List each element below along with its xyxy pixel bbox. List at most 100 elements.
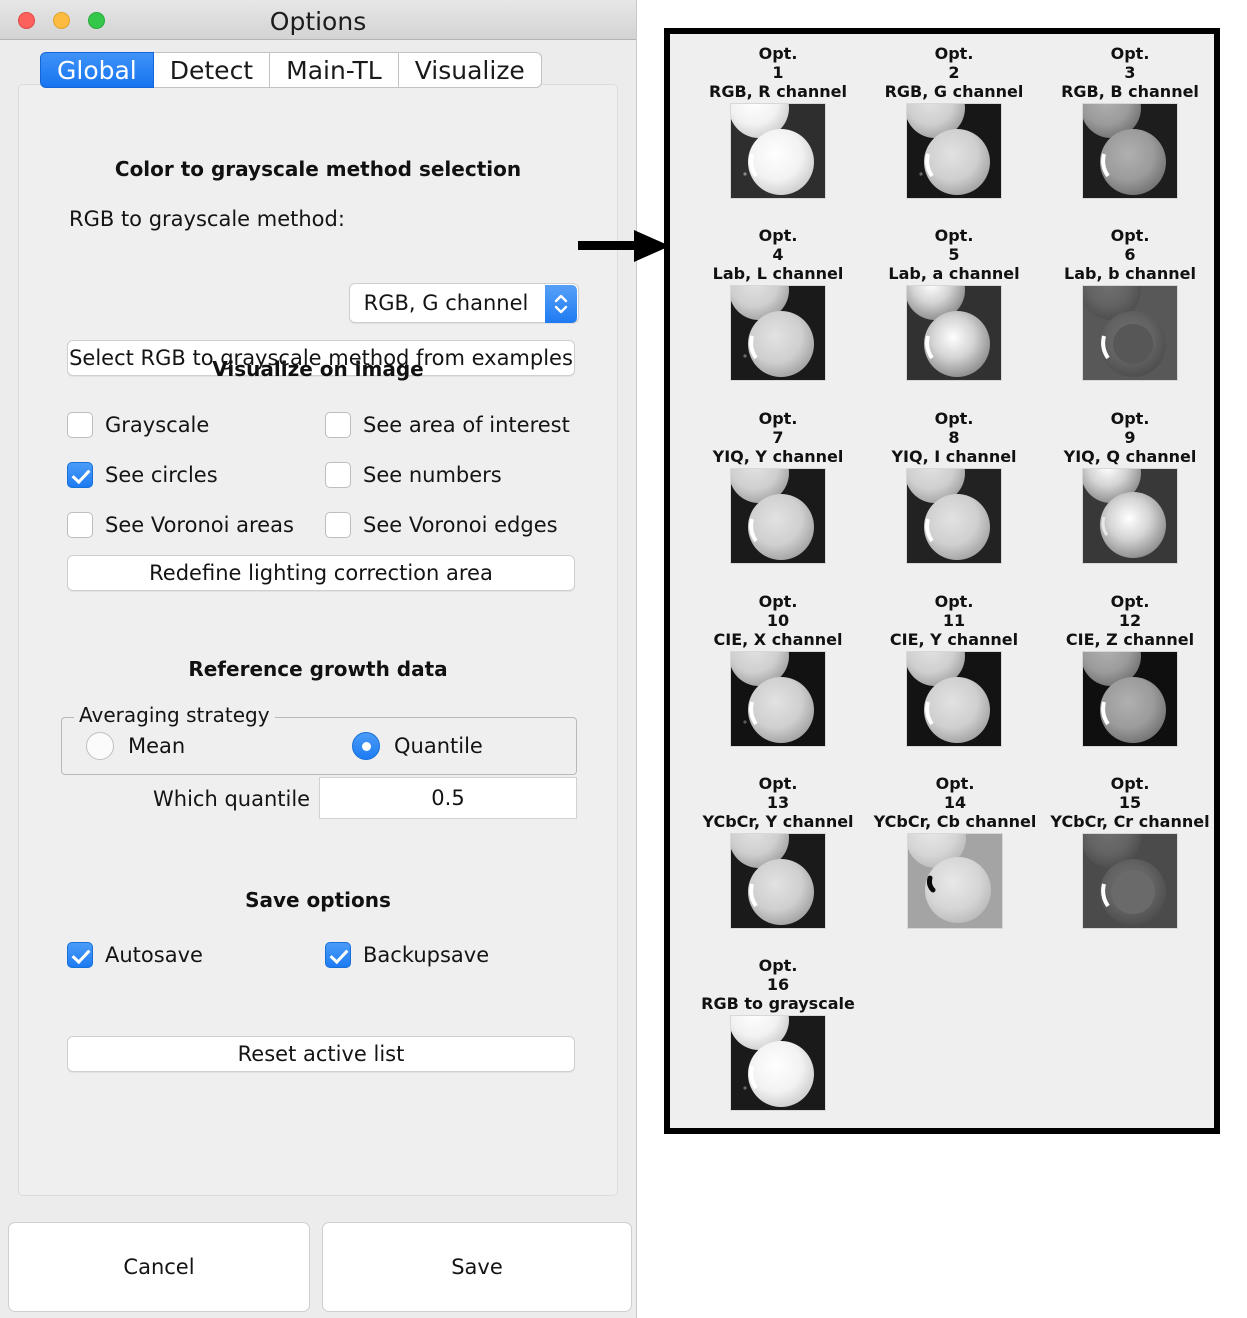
example-caption-number: 4 <box>772 245 784 264</box>
example-thumbnail-7[interactable] <box>730 468 826 564</box>
checkbox-autosave[interactable]: Autosave <box>67 942 203 968</box>
example-cell-1[interactable]: Opt. 1 RGB, R channel <box>702 44 854 199</box>
example-thumbnail-15[interactable] <box>1082 833 1178 929</box>
checkbox-box[interactable] <box>325 512 351 538</box>
example-caption-name: YCbCr, Y channel <box>702 812 854 831</box>
radio-mean[interactable]: Mean <box>86 732 185 760</box>
reset-active-list-button[interactable]: Reset active list <box>67 1036 575 1072</box>
checkbox-label: Grayscale <box>105 413 210 437</box>
example-caption-prefix: Opt. <box>935 774 975 793</box>
checkbox-box[interactable] <box>67 412 93 438</box>
example-caption-prefix: Opt. <box>758 44 798 63</box>
example-caption-number: 8 <box>948 428 960 447</box>
example-thumbnail-13[interactable] <box>730 833 826 929</box>
example-cell-9[interactable]: Opt. 9 YIQ, Q channel <box>1054 409 1206 564</box>
checkbox-grayscale[interactable]: Grayscale <box>67 412 209 438</box>
checkbox-box[interactable] <box>325 942 351 968</box>
example-caption-prefix: Opt. <box>934 226 974 245</box>
example-thumbnail-11[interactable] <box>906 651 1002 747</box>
example-thumbnail-2[interactable] <box>906 103 1002 199</box>
example-caption-prefix: Opt. <box>934 592 974 611</box>
example-caption-number: 3 <box>1124 63 1136 82</box>
checkbox-see-voronoi-edges[interactable]: See Voronoi edges <box>325 512 558 538</box>
example-thumbnail-16[interactable] <box>730 1015 826 1111</box>
example-cell-5[interactable]: Opt. 5 Lab, a channel <box>878 226 1030 381</box>
chevron-updown-icon[interactable] <box>545 285 577 323</box>
redefine-lighting-correction-button[interactable]: Redefine lighting correction area <box>67 555 575 591</box>
example-cell-16[interactable]: Opt. 16 RGB to grayscale <box>686 956 870 1111</box>
example-caption-number: 6 <box>1124 245 1136 264</box>
radio-circle[interactable] <box>352 732 380 760</box>
screenshot-root: Options Global Detect Main-TL Visualize … <box>0 0 1247 1318</box>
example-cell-4[interactable]: Opt. 4 Lab, L channel <box>702 226 854 381</box>
example-cell-6[interactable]: Opt. 6 Lab, b channel <box>1054 226 1206 381</box>
rgb-method-dropdown[interactable]: RGB, G channel <box>349 283 579 323</box>
example-thumbnail-12[interactable] <box>1082 651 1178 747</box>
right-arrow-connector <box>578 228 670 264</box>
cancel-button[interactable]: Cancel <box>8 1222 310 1312</box>
example-caption-number: 16 <box>766 975 790 994</box>
example-cell-10[interactable]: Opt. 10 CIE, X channel <box>702 592 854 747</box>
example-caption-name: CIE, X channel <box>713 630 843 649</box>
averaging-strategy-groupbox: Averaging strategy Mean Quantile <box>61 703 577 775</box>
example-cell-13[interactable]: Opt. 13 YCbCr, Y channel <box>696 774 860 929</box>
example-cell-7[interactable]: Opt. 7 YIQ, Y channel <box>702 409 854 564</box>
example-thumbnail-4[interactable] <box>730 285 826 381</box>
rgb-method-label: RGB to grayscale method: <box>69 207 345 231</box>
checkbox-see-circles[interactable]: See circles <box>67 462 218 488</box>
checkbox-box[interactable] <box>325 462 351 488</box>
example-thumbnail-6[interactable] <box>1082 285 1178 381</box>
tab-main-tl[interactable]: Main-TL <box>270 52 399 88</box>
example-cell-2[interactable]: Opt. 2 RGB, G channel <box>878 44 1030 199</box>
example-caption-number: 15 <box>1118 793 1142 812</box>
checkbox-box[interactable] <box>67 942 93 968</box>
example-caption-name: RGB, R channel <box>709 82 847 101</box>
example-cell-3[interactable]: Opt. 3 RGB, B channel <box>1054 44 1206 199</box>
example-thumbnail-14[interactable] <box>907 833 1003 929</box>
tab-bar: Global Detect Main-TL Visualize <box>40 52 542 88</box>
tab-visualize[interactable]: Visualize <box>398 52 542 88</box>
example-thumbnail-10[interactable] <box>730 651 826 747</box>
example-thumbnail-3[interactable] <box>1082 103 1178 199</box>
checkbox-box[interactable] <box>67 512 93 538</box>
example-caption-prefix: Opt. <box>934 409 974 428</box>
example-caption-number: 5 <box>948 245 960 264</box>
example-caption-prefix: Opt. <box>758 774 798 793</box>
example-caption-prefix: Opt. <box>758 409 798 428</box>
example-caption-name: YIQ, Q channel <box>1063 447 1197 466</box>
save-button[interactable]: Save <box>322 1222 632 1312</box>
example-cell-14[interactable]: Opt. 14 YCbCr, Cb channel <box>870 774 1040 929</box>
example-cell-15[interactable]: Opt. 15 YCbCr, Cr channel <box>1048 774 1212 929</box>
example-caption-prefix: Opt. <box>1110 592 1150 611</box>
checkbox-see-area-of-interest[interactable]: See area of interest <box>325 412 570 438</box>
example-caption-number: 14 <box>943 793 967 812</box>
tab-detect[interactable]: Detect <box>153 52 271 88</box>
example-caption-number: 2 <box>948 63 960 82</box>
checkbox-backupsave[interactable]: Backupsave <box>325 942 489 968</box>
example-caption-number: 7 <box>772 428 784 447</box>
example-cell-11[interactable]: Opt. 11 CIE, Y channel <box>878 592 1030 747</box>
example-cell-12[interactable]: Opt. 12 CIE, Z channel <box>1054 592 1206 747</box>
example-caption-name: RGB, G channel <box>884 82 1024 101</box>
dropdown-box[interactable]: RGB, G channel <box>349 283 579 323</box>
checkbox-label: See Voronoi areas <box>105 513 294 537</box>
checkbox-box[interactable] <box>67 462 93 488</box>
example-caption-prefix: Opt. <box>1110 44 1150 63</box>
tab-global[interactable]: Global <box>40 52 154 88</box>
save-options-heading: Save options <box>245 888 391 912</box>
radio-label: Quantile <box>394 734 483 758</box>
checkbox-label: Autosave <box>105 943 203 967</box>
radio-quantile[interactable]: Quantile <box>352 732 483 760</box>
options-dialog: Options Global Detect Main-TL Visualize … <box>0 0 637 1318</box>
checkbox-see-voronoi-areas[interactable]: See Voronoi areas <box>67 512 294 538</box>
example-thumbnail-1[interactable] <box>730 103 826 199</box>
checkbox-box[interactable] <box>325 412 351 438</box>
example-thumbnail-5[interactable] <box>906 285 1002 381</box>
example-thumbnail-8[interactable] <box>906 468 1002 564</box>
checkbox-see-numbers[interactable]: See numbers <box>325 462 502 488</box>
quantile-input[interactable]: 0.5 <box>319 777 577 819</box>
radio-circle[interactable] <box>86 732 114 760</box>
example-caption-name: YCbCr, Cb channel <box>873 812 1037 831</box>
example-cell-8[interactable]: Opt. 8 YIQ, I channel <box>878 409 1030 564</box>
example-thumbnail-9[interactable] <box>1082 468 1178 564</box>
